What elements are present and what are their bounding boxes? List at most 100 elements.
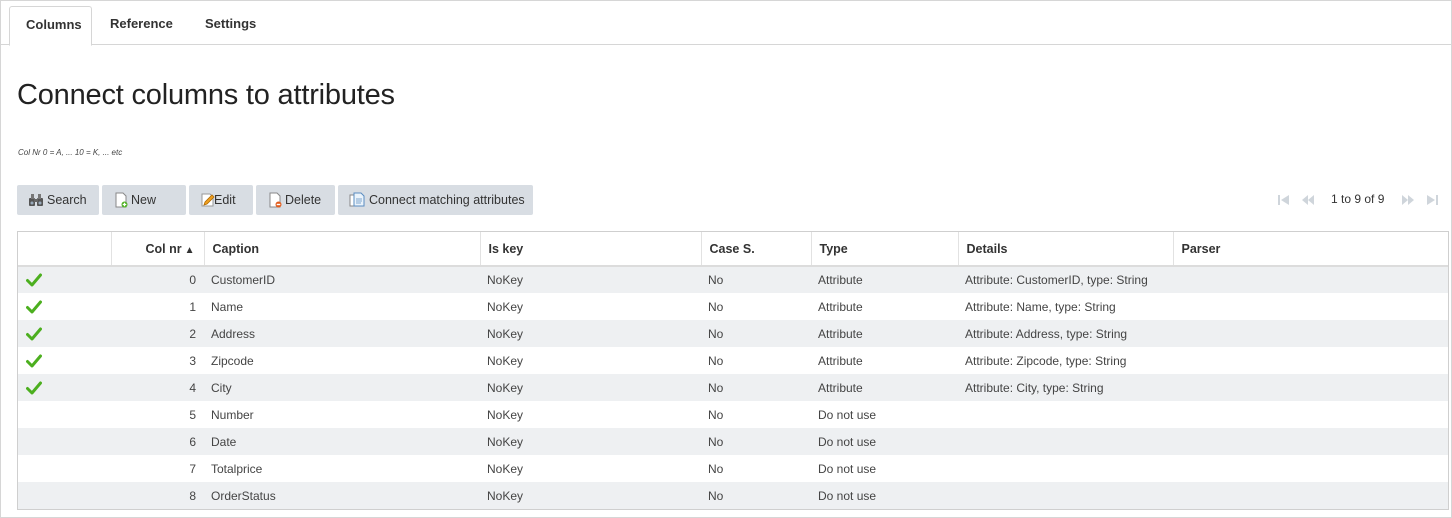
- pager: 1 to 9 of 9: [1277, 191, 1443, 209]
- tab-bar: Columns Reference Settings: [1, 1, 1451, 46]
- table-row[interactable]: 0 CustomerID NoKey No Attribute Attribute: Cu…: [18, 266, 1448, 293]
- cell-status: [18, 266, 111, 293]
- cell-parser: [1173, 428, 1448, 455]
- cell-case-sensitive: No: [701, 401, 811, 428]
- binoculars-icon: [29, 194, 43, 206]
- first-page-icon[interactable]: [1277, 194, 1291, 206]
- cell-colnr: 5: [111, 401, 204, 428]
- connect-matching-attributes-button[interactable]: Connect matching attributes: [338, 185, 533, 215]
- page-title: Connect columns to attributes: [17, 79, 395, 111]
- cell-parser: [1173, 455, 1448, 482]
- cell-status: [18, 455, 111, 482]
- table-row[interactable]: 2 Address NoKey No Attribute Attribute: Addre…: [18, 320, 1448, 347]
- new-document-icon: [115, 192, 128, 208]
- checkmark-icon: [26, 300, 42, 314]
- column-hint: Col Nr 0 = A, ... 10 = K, ... etc: [18, 148, 123, 157]
- tab-columns[interactable]: Columns: [9, 6, 92, 46]
- cell-case-sensitive: No: [701, 320, 811, 347]
- cell-type: Attribute: [811, 374, 958, 401]
- edit-button[interactable]: Edit: [189, 185, 253, 215]
- cell-type: Attribute: [811, 320, 958, 347]
- cell-iskey: NoKey: [480, 482, 701, 509]
- new-button-label: New: [131, 193, 157, 207]
- cell-status: [18, 320, 111, 347]
- cell-colnr: 4: [111, 374, 204, 401]
- cell-caption: Totalprice: [204, 455, 480, 482]
- last-page-icon[interactable]: [1425, 194, 1439, 206]
- cell-colnr: 8: [111, 482, 204, 509]
- header-colnr-label: Col nr: [145, 241, 182, 256]
- cell-details: [958, 482, 1173, 509]
- next-page-icon[interactable]: [1401, 194, 1415, 206]
- cell-type: Do not use: [811, 482, 958, 509]
- cell-type: Attribute: [811, 293, 958, 320]
- header-status[interactable]: [18, 232, 112, 267]
- header-case-sensitive[interactable]: Case S.: [701, 232, 812, 267]
- cell-caption: Zipcode: [204, 347, 480, 374]
- new-button[interactable]: New: [102, 185, 186, 215]
- cell-type: Do not use: [811, 455, 958, 482]
- header-colnr[interactable]: Col nr ▲: [111, 232, 205, 267]
- table-row[interactable]: 8 OrderStatus NoKey No Do not use: [18, 482, 1448, 509]
- search-button[interactable]: Search: [17, 185, 99, 215]
- cell-status: [18, 374, 111, 401]
- cell-parser: [1173, 401, 1448, 428]
- header-parser[interactable]: Parser: [1173, 232, 1448, 267]
- cell-case-sensitive: No: [701, 347, 811, 374]
- cell-colnr: 1: [111, 293, 204, 320]
- connect-button-label: Connect matching attributes: [369, 193, 525, 207]
- table-row[interactable]: 1 Name NoKey No Attribute Attribute: Name, ty…: [18, 293, 1448, 320]
- cell-case-sensitive: No: [701, 293, 811, 320]
- tab-settings[interactable]: Settings: [189, 6, 272, 45]
- cell-type: Attribute: [811, 266, 958, 293]
- cell-case-sensitive: No: [701, 266, 811, 293]
- checkmark-icon: [26, 327, 42, 341]
- previous-page-icon[interactable]: [1301, 194, 1315, 206]
- cell-status: [18, 401, 111, 428]
- cell-iskey: NoKey: [480, 455, 701, 482]
- cell-iskey: NoKey: [480, 347, 701, 374]
- cell-parser: [1173, 374, 1448, 401]
- header-details[interactable]: Details: [958, 232, 1174, 267]
- header-caption[interactable]: Caption: [204, 232, 481, 267]
- cell-caption: Number: [204, 401, 480, 428]
- columns-grid: Col nr ▲ Caption Is key Case S. Type Deta…: [17, 231, 1449, 510]
- cell-iskey: NoKey: [480, 266, 701, 293]
- table-row[interactable]: 6 Date NoKey No Do not use: [18, 428, 1448, 455]
- header-iskey[interactable]: Is key: [480, 232, 702, 267]
- cell-iskey: NoKey: [480, 401, 701, 428]
- connect-documents-icon: [349, 192, 365, 207]
- cell-case-sensitive: No: [701, 428, 811, 455]
- cell-iskey: NoKey: [480, 293, 701, 320]
- delete-button-label: Delete: [285, 193, 322, 207]
- cell-parser: [1173, 320, 1448, 347]
- cell-case-sensitive: No: [701, 482, 811, 509]
- table-row[interactable]: 3 Zipcode NoKey No Attribute Attribute: Zipco…: [18, 347, 1448, 374]
- cell-parser: [1173, 347, 1448, 374]
- cell-caption: City: [204, 374, 480, 401]
- cell-type: Do not use: [811, 428, 958, 455]
- cell-iskey: NoKey: [480, 320, 701, 347]
- cell-iskey: NoKey: [480, 374, 701, 401]
- cell-parser: [1173, 293, 1448, 320]
- cell-details: Attribute: Zipcode, type: String: [958, 347, 1173, 374]
- table-row[interactable]: 7 Totalprice NoKey No Do not use: [18, 455, 1448, 482]
- cell-iskey: NoKey: [480, 428, 701, 455]
- cell-parser: [1173, 266, 1448, 293]
- window: Columns Reference Settings Connect colum…: [0, 0, 1452, 518]
- table-row[interactable]: 5 Number NoKey No Do not use: [18, 401, 1448, 428]
- cell-details: [958, 401, 1173, 428]
- cell-type: Do not use: [811, 401, 958, 428]
- pager-label: 1 to 9 of 9: [1331, 192, 1385, 206]
- cell-details: Attribute: Name, type: String: [958, 293, 1173, 320]
- cell-caption: CustomerID: [204, 266, 480, 293]
- cell-colnr: 7: [111, 455, 204, 482]
- delete-button[interactable]: Delete: [256, 185, 335, 215]
- cell-colnr: 0: [111, 266, 204, 293]
- table-row[interactable]: 4 City NoKey No Attribute Attribute: City, ty…: [18, 374, 1448, 401]
- tab-reference[interactable]: Reference: [94, 6, 189, 45]
- cell-caption: Name: [204, 293, 480, 320]
- sort-ascending-icon: ▲: [184, 244, 195, 256]
- header-type[interactable]: Type: [811, 232, 959, 267]
- cell-caption: Date: [204, 428, 480, 455]
